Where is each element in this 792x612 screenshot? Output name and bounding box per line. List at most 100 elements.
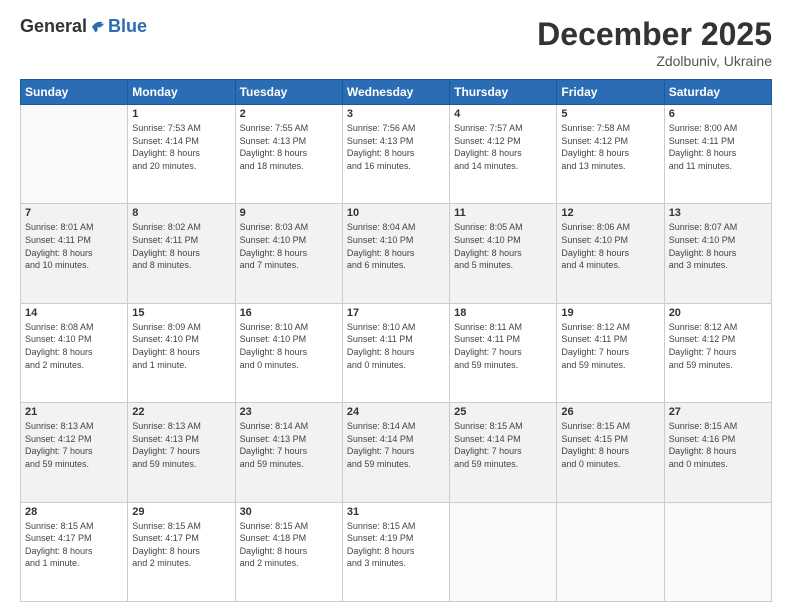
calendar-cell: 28 Sunrise: 8:15 AM Sunset: 4:17 PM Dayli… [21, 502, 128, 601]
day-info: Sunrise: 8:11 AM Sunset: 4:11 PM Dayligh… [454, 321, 552, 371]
day-number: 19 [561, 307, 659, 319]
calendar-week-row: 7Sunrise: 8:01 AM Sunset: 4:11 PM Daylig… [21, 204, 772, 303]
day-info: Sunrise: 8:01 AM Sunset: 4:11 PM Dayligh… [25, 221, 123, 271]
logo: General Blue [20, 16, 147, 37]
day-info: Sunrise: 8:15 AM Sunset: 4:18 PM Dayligh… [240, 520, 338, 570]
calendar-header-sunday: Sunday [21, 80, 128, 105]
calendar-cell: 8 Sunrise: 8:02 AM Sunset: 4:11 PM Daylig… [128, 204, 235, 303]
calendar-cell: 13 Sunrise: 8:07 AM Sunset: 4:10 PM Dayli… [664, 204, 771, 303]
logo-blue-text: Blue [108, 16, 147, 37]
header: General Blue December 2025 Zdolbuniv, Uk… [20, 16, 772, 69]
calendar-cell [21, 105, 128, 204]
day-info: Sunrise: 7:56 AM Sunset: 4:13 PM Dayligh… [347, 122, 445, 172]
calendar-header-saturday: Saturday [664, 80, 771, 105]
day-number: 24 [347, 406, 445, 418]
day-info: Sunrise: 8:12 AM Sunset: 4:12 PM Dayligh… [669, 321, 767, 371]
day-info: Sunrise: 8:07 AM Sunset: 4:10 PM Dayligh… [669, 221, 767, 271]
day-number: 11 [454, 207, 552, 219]
day-number: 30 [240, 506, 338, 518]
day-number: 4 [454, 108, 552, 120]
calendar-cell: 21Sunrise: 8:13 AM Sunset: 4:12 PM Dayli… [21, 403, 128, 502]
calendar-week-row: 14Sunrise: 8:08 AM Sunset: 4:10 PM Dayli… [21, 303, 772, 402]
calendar-cell: 5 Sunrise: 7:58 AM Sunset: 4:12 PM Daylig… [557, 105, 664, 204]
day-info: Sunrise: 8:15 AM Sunset: 4:14 PM Dayligh… [454, 420, 552, 470]
page: General Blue December 2025 Zdolbuniv, Uk… [0, 0, 792, 612]
calendar-cell: 26 Sunrise: 8:15 AM Sunset: 4:15 PM Dayli… [557, 403, 664, 502]
calendar-cell: 1Sunrise: 7:53 AM Sunset: 4:14 PM Daylig… [128, 105, 235, 204]
calendar-cell: 12Sunrise: 8:06 AM Sunset: 4:10 PM Dayli… [557, 204, 664, 303]
day-number: 17 [347, 307, 445, 319]
calendar-cell: 27 Sunrise: 8:15 AM Sunset: 4:16 PM Dayli… [664, 403, 771, 502]
calendar-header-friday: Friday [557, 80, 664, 105]
day-number: 16 [240, 307, 338, 319]
day-number: 2 [240, 108, 338, 120]
calendar-cell: 23 Sunrise: 8:14 AM Sunset: 4:13 PM Dayli… [235, 403, 342, 502]
calendar-cell [664, 502, 771, 601]
day-info: Sunrise: 8:15 AM Sunset: 4:16 PM Dayligh… [669, 420, 767, 470]
day-number: 22 [132, 406, 230, 418]
day-info: Sunrise: 8:15 AM Sunset: 4:17 PM Dayligh… [132, 520, 230, 570]
day-info: Sunrise: 8:15 AM Sunset: 4:17 PM Dayligh… [25, 520, 123, 570]
day-number: 26 [561, 406, 659, 418]
day-info: Sunrise: 8:15 AM Sunset: 4:15 PM Dayligh… [561, 420, 659, 470]
day-info: Sunrise: 8:08 AM Sunset: 4:10 PM Dayligh… [25, 321, 123, 371]
day-info: Sunrise: 8:10 AM Sunset: 4:11 PM Dayligh… [347, 321, 445, 371]
calendar-cell: 2 Sunrise: 7:55 AM Sunset: 4:13 PM Daylig… [235, 105, 342, 204]
location-text: Zdolbuniv, Ukraine [537, 53, 772, 69]
calendar-cell: 7Sunrise: 8:01 AM Sunset: 4:11 PM Daylig… [21, 204, 128, 303]
day-number: 20 [669, 307, 767, 319]
calendar-cell: 9Sunrise: 8:03 AM Sunset: 4:10 PM Daylig… [235, 204, 342, 303]
calendar-cell: 29 Sunrise: 8:15 AM Sunset: 4:17 PM Dayli… [128, 502, 235, 601]
calendar-cell: 11 Sunrise: 8:05 AM Sunset: 4:10 PM Dayli… [450, 204, 557, 303]
day-info: Sunrise: 7:55 AM Sunset: 4:13 PM Dayligh… [240, 122, 338, 172]
day-number: 23 [240, 406, 338, 418]
calendar-header-wednesday: Wednesday [342, 80, 449, 105]
calendar-week-row: 28 Sunrise: 8:15 AM Sunset: 4:17 PM Dayli… [21, 502, 772, 601]
calendar-cell: 6Sunrise: 8:00 AM Sunset: 4:11 PM Daylig… [664, 105, 771, 204]
day-info: Sunrise: 7:57 AM Sunset: 4:12 PM Dayligh… [454, 122, 552, 172]
day-info: Sunrise: 8:13 AM Sunset: 4:12 PM Dayligh… [25, 420, 123, 470]
calendar-header-monday: Monday [128, 80, 235, 105]
calendar-cell [557, 502, 664, 601]
day-info: Sunrise: 8:05 AM Sunset: 4:10 PM Dayligh… [454, 221, 552, 271]
calendar-cell: 19 Sunrise: 8:12 AM Sunset: 4:11 PM Dayli… [557, 303, 664, 402]
calendar-cell: 17 Sunrise: 8:10 AM Sunset: 4:11 PM Dayli… [342, 303, 449, 402]
calendar-cell: 24Sunrise: 8:14 AM Sunset: 4:14 PM Dayli… [342, 403, 449, 502]
day-number: 8 [132, 207, 230, 219]
calendar-cell: 20 Sunrise: 8:12 AM Sunset: 4:12 PM Dayli… [664, 303, 771, 402]
day-number: 28 [25, 506, 123, 518]
calendar-cell: 31 Sunrise: 8:15 AM Sunset: 4:19 PM Dayli… [342, 502, 449, 601]
day-info: Sunrise: 8:14 AM Sunset: 4:13 PM Dayligh… [240, 420, 338, 470]
day-number: 31 [347, 506, 445, 518]
calendar-cell: 18 Sunrise: 8:11 AM Sunset: 4:11 PM Dayli… [450, 303, 557, 402]
day-info: Sunrise: 8:02 AM Sunset: 4:11 PM Dayligh… [132, 221, 230, 271]
day-info: Sunrise: 8:03 AM Sunset: 4:10 PM Dayligh… [240, 221, 338, 271]
calendar-cell [450, 502, 557, 601]
day-number: 27 [669, 406, 767, 418]
day-number: 25 [454, 406, 552, 418]
calendar-cell: 30 Sunrise: 8:15 AM Sunset: 4:18 PM Dayli… [235, 502, 342, 601]
day-info: Sunrise: 8:04 AM Sunset: 4:10 PM Dayligh… [347, 221, 445, 271]
calendar-cell: 3Sunrise: 7:56 AM Sunset: 4:13 PM Daylig… [342, 105, 449, 204]
calendar-week-row: 1Sunrise: 7:53 AM Sunset: 4:14 PM Daylig… [21, 105, 772, 204]
calendar-cell: 15 Sunrise: 8:09 AM Sunset: 4:10 PM Dayli… [128, 303, 235, 402]
day-number: 18 [454, 307, 552, 319]
month-title: December 2025 [537, 16, 772, 53]
day-info: Sunrise: 8:12 AM Sunset: 4:11 PM Dayligh… [561, 321, 659, 371]
day-number: 29 [132, 506, 230, 518]
day-number: 15 [132, 307, 230, 319]
day-number: 6 [669, 108, 767, 120]
calendar-cell: 22Sunrise: 8:13 AM Sunset: 4:13 PM Dayli… [128, 403, 235, 502]
day-info: Sunrise: 8:09 AM Sunset: 4:10 PM Dayligh… [132, 321, 230, 371]
calendar-cell: 16 Sunrise: 8:10 AM Sunset: 4:10 PM Dayli… [235, 303, 342, 402]
day-number: 13 [669, 207, 767, 219]
day-info: Sunrise: 8:06 AM Sunset: 4:10 PM Dayligh… [561, 221, 659, 271]
day-info: Sunrise: 7:58 AM Sunset: 4:12 PM Dayligh… [561, 122, 659, 172]
logo-general-text: General [20, 16, 87, 37]
day-info: Sunrise: 8:10 AM Sunset: 4:10 PM Dayligh… [240, 321, 338, 371]
calendar-header-row: SundayMondayTuesdayWednesdayThursdayFrid… [21, 80, 772, 105]
day-info: Sunrise: 8:15 AM Sunset: 4:19 PM Dayligh… [347, 520, 445, 570]
header-right: December 2025 Zdolbuniv, Ukraine [537, 16, 772, 69]
day-number: 5 [561, 108, 659, 120]
day-number: 10 [347, 207, 445, 219]
